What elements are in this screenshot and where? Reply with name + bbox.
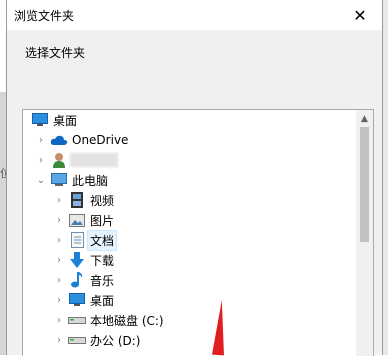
downloads-icon [68, 252, 86, 268]
tree-item-label: 桌面 [53, 113, 78, 128]
tree-item[interactable]: › 文档 [23, 229, 353, 251]
this-pc-icon [50, 172, 68, 188]
tree-item-label: 音乐 [90, 273, 115, 288]
collapse-chevron-icon[interactable]: ⌄ [36, 170, 46, 190]
tree-item[interactable]: › 本地磁盘 (C:) [23, 310, 353, 330]
expand-chevron-icon[interactable]: › [54, 270, 64, 290]
desktop-icon [31, 112, 49, 128]
tree-item-label: 下载 [90, 253, 115, 268]
title-bar: 浏览文件夹 ✕ [7, 0, 382, 30]
scroll-thumb[interactable] [360, 127, 369, 242]
browse-folder-dialog: 浏览文件夹 ✕ 选择文件夹 ▲ 桌面 › OneDrive › ⌄ 此电脑 › 视频 › 图片 › 文… [6, 0, 383, 356]
expand-chevron-icon[interactable]: › [36, 150, 46, 170]
expand-chevron-icon[interactable]: › [54, 190, 64, 210]
tree-item[interactable]: › 图片 [23, 210, 353, 230]
user-icon [50, 152, 68, 168]
tree-item-label: 文档 [86, 229, 118, 251]
videos-icon [68, 192, 86, 208]
expand-chevron-icon[interactable]: › [54, 210, 64, 230]
tree-item[interactable]: ⌄ 此电脑 [23, 170, 353, 190]
drive-icon [68, 312, 86, 328]
pictures-icon [68, 212, 86, 228]
tree-item[interactable]: › OneDrive [23, 130, 353, 150]
onedrive-cloud-icon [50, 132, 68, 148]
tree-item-label: 本地磁盘 (C:) [90, 313, 164, 328]
tree-item[interactable]: 桌面 [23, 110, 353, 130]
expand-chevron-icon[interactable]: › [54, 230, 64, 250]
expand-chevron-icon[interactable]: › [54, 330, 64, 350]
tree-item[interactable]: › 音乐 [23, 270, 353, 290]
tree-item[interactable]: › 桌面 [23, 290, 353, 310]
tree-item[interactable]: › 下载 [23, 250, 353, 270]
vertical-scrollbar[interactable]: ▲ [356, 110, 373, 356]
folder-tree[interactable]: ▲ 桌面 › OneDrive › ⌄ 此电脑 › 视频 › 图片 › 文档 › 下载 › 音乐 › 桌面 › 本地磁… [22, 109, 374, 356]
tree-item[interactable]: › [23, 150, 353, 170]
close-button[interactable]: ✕ [338, 0, 382, 30]
close-icon: ✕ [353, 5, 367, 25]
scroll-up-button[interactable]: ▲ [356, 110, 373, 127]
expand-chevron-icon[interactable]: › [54, 250, 64, 270]
desktop-icon [68, 292, 86, 308]
tree-item[interactable]: › 办公 (D:) [23, 330, 353, 350]
tree-item-label: 图片 [90, 213, 115, 228]
music-icon [68, 272, 86, 288]
dialog-prompt: 选择文件夹 [25, 46, 86, 60]
drive-icon [68, 332, 86, 348]
redacted-user-name [70, 153, 118, 167]
dialog-title: 浏览文件夹 [14, 9, 75, 23]
tree-item-label: OneDrive [72, 133, 129, 147]
tree-item[interactable]: › 视频 [23, 190, 353, 210]
tree-item-label: 办公 (D:) [90, 333, 141, 348]
tree-item-label: 此电脑 [72, 173, 109, 188]
expand-chevron-icon[interactable]: › [36, 130, 46, 150]
scroll-up-arrow-icon: ▲ [361, 113, 368, 124]
documents-icon [68, 232, 86, 248]
tree-item-label: 桌面 [90, 293, 115, 308]
tree-item-label: 视频 [90, 193, 115, 208]
expand-chevron-icon[interactable]: › [54, 310, 64, 330]
expand-chevron-icon[interactable]: › [54, 290, 64, 310]
